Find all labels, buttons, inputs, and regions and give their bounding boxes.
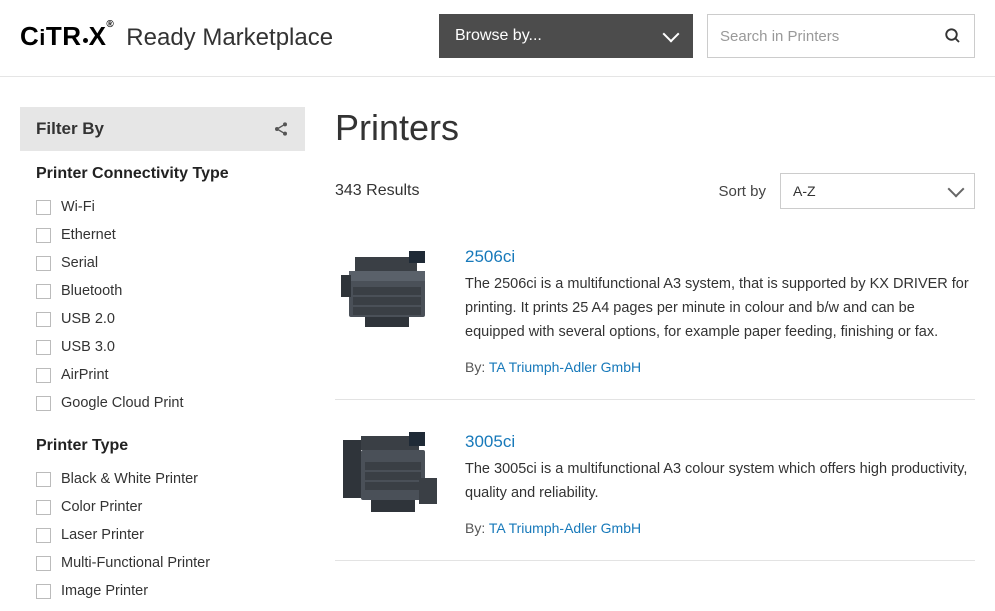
- logo-area[interactable]: CiTRX® Ready Marketplace: [20, 21, 333, 52]
- checkbox[interactable]: [36, 396, 51, 411]
- site-subtitle: Ready Marketplace: [126, 24, 333, 52]
- checkbox[interactable]: [36, 584, 51, 599]
- filter-option[interactable]: Serial: [36, 249, 289, 277]
- filter-option[interactable]: Black & White Printer: [36, 465, 289, 493]
- browse-by-label: Browse by...: [455, 27, 542, 45]
- checkbox[interactable]: [36, 312, 51, 327]
- filter-option[interactable]: Color Printer: [36, 493, 289, 521]
- printer-icon: [335, 432, 443, 524]
- sort-dropdown[interactable]: A-Z: [780, 173, 975, 209]
- checkbox[interactable]: [36, 256, 51, 271]
- product-thumbnail[interactable]: [335, 247, 443, 339]
- product-title-link[interactable]: 3005ci: [465, 432, 515, 452]
- checkbox[interactable]: [36, 200, 51, 215]
- checkbox[interactable]: [36, 284, 51, 299]
- results-bar: 343 Results Sort by A-Z: [335, 173, 975, 209]
- filter-option[interactable]: Image Printer: [36, 577, 289, 605]
- chevron-down-icon: [948, 181, 965, 198]
- filter-option[interactable]: Multi-Functional Printer: [36, 549, 289, 577]
- printer-icon: [335, 247, 443, 339]
- sort-controls: Sort by A-Z: [718, 173, 975, 209]
- filter-option[interactable]: Wi-Fi: [36, 193, 289, 221]
- result-card: 3005ci The 3005ci is a multifunctional A…: [335, 430, 975, 561]
- main-column: Printers 343 Results Sort by A-Z: [335, 107, 975, 591]
- filter-option[interactable]: Google Cloud Print: [36, 389, 289, 417]
- vendor-link[interactable]: TA Triumph-Adler GmbH: [489, 520, 641, 536]
- checkbox[interactable]: [36, 500, 51, 515]
- share-icon[interactable]: [273, 121, 289, 137]
- sort-label: Sort by: [718, 183, 766, 200]
- browse-by-dropdown[interactable]: Browse by...: [439, 14, 693, 58]
- filter-group-title: Printer Connectivity Type: [36, 165, 289, 183]
- vendor-link[interactable]: TA Triumph-Adler GmbH: [489, 359, 641, 375]
- filter-header: Filter By: [20, 107, 305, 151]
- filter-panel: Filter By Printer Connectivity Type Wi-F…: [20, 107, 305, 611]
- checkbox[interactable]: [36, 228, 51, 243]
- filter-option[interactable]: Laser Printer: [36, 521, 289, 549]
- product-vendor-line: By: TA Triumph-Adler GmbH: [465, 359, 975, 375]
- checkbox[interactable]: [36, 556, 51, 571]
- product-description: The 3005ci is a multifunctional A3 colou…: [465, 458, 975, 506]
- search-icon: [944, 27, 962, 45]
- product-title-link[interactable]: 2506ci: [465, 247, 515, 267]
- search-input[interactable]: [720, 28, 944, 45]
- checkbox[interactable]: [36, 340, 51, 355]
- checkbox[interactable]: [36, 368, 51, 383]
- sort-value: A-Z: [793, 183, 816, 199]
- filter-group-printer-type: Printer Type Black & White Printer Color…: [20, 423, 305, 611]
- filter-option[interactable]: Ethernet: [36, 221, 289, 249]
- header: CiTRX® Ready Marketplace Browse by...: [0, 0, 995, 77]
- checkbox[interactable]: [36, 472, 51, 487]
- product-vendor-line: By: TA Triumph-Adler GmbH: [465, 520, 975, 536]
- results-count: 343 Results: [335, 182, 420, 200]
- product-description: The 2506ci is a multifunctional A3 syste…: [465, 273, 975, 345]
- checkbox[interactable]: [36, 528, 51, 543]
- citrix-logo: CiTRX®: [20, 21, 114, 52]
- filter-option[interactable]: USB 2.0: [36, 305, 289, 333]
- page-title: Printers: [335, 107, 975, 149]
- filter-group-connectivity: Printer Connectivity Type Wi-Fi Ethernet…: [20, 151, 305, 423]
- filter-option[interactable]: AirPrint: [36, 361, 289, 389]
- result-card: 2506ci The 2506ci is a multifunctional A…: [335, 245, 975, 400]
- filter-heading: Filter By: [36, 119, 104, 139]
- chevron-down-icon: [663, 26, 680, 43]
- filter-group-title: Printer Type: [36, 437, 289, 455]
- filter-option[interactable]: Bluetooth: [36, 277, 289, 305]
- search-box[interactable]: [707, 14, 975, 58]
- filter-option[interactable]: USB 3.0: [36, 333, 289, 361]
- product-thumbnail[interactable]: [335, 432, 443, 524]
